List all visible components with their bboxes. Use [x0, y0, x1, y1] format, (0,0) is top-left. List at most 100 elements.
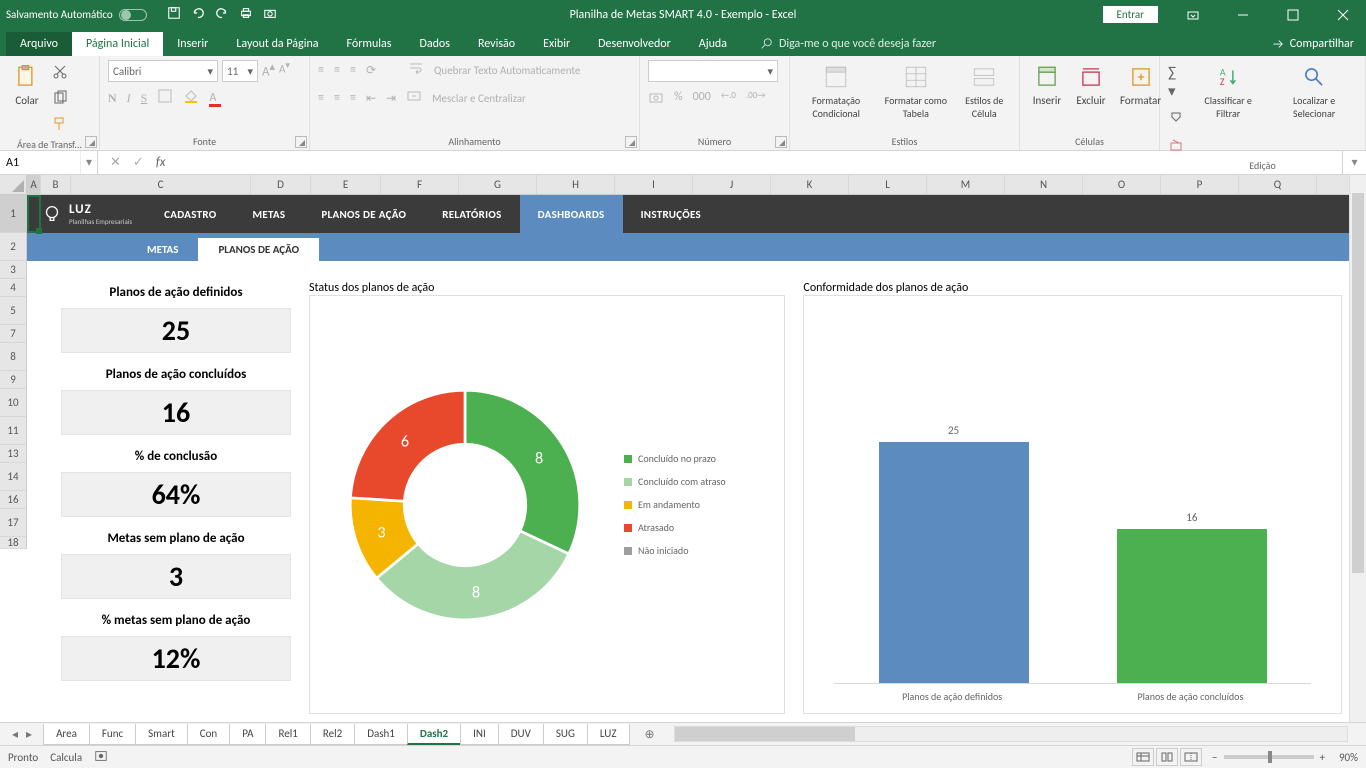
zoom-slider[interactable] [1224, 755, 1314, 759]
name-box[interactable]: ▾ [0, 151, 98, 174]
font-name-combo[interactable]: Calibri▾ [108, 60, 218, 82]
tab-formulas[interactable]: Fórmulas [333, 32, 406, 56]
merge-icon[interactable] [406, 88, 422, 108]
row-header[interactable]: 11 [0, 417, 26, 445]
copy-icon[interactable] [52, 90, 68, 110]
column-header[interactable]: K [771, 175, 849, 194]
conditional-formatting-button[interactable]: Formatação Condicional [798, 60, 874, 122]
undo-icon[interactable] [191, 6, 205, 24]
horizontal-scrollbar[interactable] [674, 726, 1348, 742]
underline-icon[interactable]: S [141, 91, 148, 106]
tab-developer[interactable]: Desenvolvedor [584, 32, 685, 56]
format-painter-icon[interactable] [52, 116, 68, 136]
find-select-button[interactable]: Localizar e Selecionar [1271, 60, 1357, 122]
align-right-icon[interactable]: ≡ [350, 91, 356, 105]
decrease-decimal-icon[interactable]: .00→ [746, 90, 766, 110]
sort-filter-button[interactable]: AZClassificar e Filtrar [1191, 60, 1265, 122]
row-header[interactable]: 16 [0, 491, 26, 509]
sheet-tab[interactable]: PA [229, 724, 266, 745]
row-header[interactable]: 7 [0, 325, 26, 343]
bold-icon[interactable]: N [108, 91, 117, 106]
sheet-tab[interactable]: SUG [543, 724, 588, 745]
close-icon[interactable] [1320, 0, 1366, 29]
row-header[interactable]: 9 [0, 371, 26, 389]
nav-item[interactable]: PLANOS DE AÇÃO [303, 195, 424, 233]
column-header[interactable]: I [615, 175, 693, 194]
sheet-tab[interactable]: LUZ [587, 724, 630, 745]
column-header[interactable]: D [251, 175, 311, 194]
row-header[interactable]: 1 [0, 195, 26, 233]
toggle-switch[interactable] [119, 9, 147, 21]
zoom-out-icon[interactable]: − [1212, 751, 1217, 764]
tab-layout[interactable]: Layout da Página [222, 32, 332, 56]
font-size-combo[interactable]: 11▾ [222, 60, 258, 82]
align-left-icon[interactable]: ≡ [318, 91, 324, 105]
sheet-tab[interactable]: Smart [135, 724, 188, 745]
minimize-icon[interactable] [1220, 0, 1266, 29]
align-center-icon[interactable]: ≡ [334, 91, 340, 105]
column-header[interactable]: B [41, 175, 71, 194]
column-header[interactable]: F [381, 175, 459, 194]
worksheet-canvas[interactable]: LUZPlanilhas Empresariais CADASTROMETASP… [27, 195, 1366, 722]
currency-icon[interactable] [648, 90, 664, 110]
nav-item[interactable]: DASHBOARDS [520, 195, 623, 233]
column-header[interactable]: N [1005, 175, 1083, 194]
cell-styles-button[interactable]: Estilos de Célula [957, 60, 1011, 122]
row-header[interactable]: 8 [0, 343, 26, 371]
print-icon[interactable] [239, 6, 253, 24]
row-header[interactable]: 4 [0, 279, 26, 297]
select-all-button[interactable] [0, 175, 27, 195]
camera-icon[interactable] [263, 6, 277, 24]
wrap-text-label[interactable]: Quebrar Texto Automaticamente [434, 64, 580, 77]
nav-item[interactable]: METAS [234, 195, 303, 233]
column-header[interactable]: Q [1239, 175, 1317, 194]
shrink-font-icon[interactable]: A▾ [279, 60, 290, 82]
column-header[interactable]: A [27, 175, 41, 194]
column-header[interactable]: P [1161, 175, 1239, 194]
column-header[interactable]: H [537, 175, 615, 194]
zoom-in-icon[interactable]: + [1320, 751, 1325, 764]
save-icon[interactable] [167, 6, 181, 24]
row-header[interactable]: 10 [0, 389, 26, 417]
sheet-tab[interactable]: DUV [498, 724, 544, 745]
subtab-metas[interactable]: METAS [127, 238, 198, 261]
cells-delete-button[interactable]: Excluir [1072, 60, 1110, 109]
column-header[interactable]: E [311, 175, 381, 194]
font-color-icon[interactable]: A [209, 91, 216, 105]
nav-item[interactable]: RELATÓRIOS [424, 195, 519, 233]
autosave-toggle[interactable]: Salvamento Automático [6, 8, 147, 21]
normal-view-icon[interactable] [1132, 748, 1154, 766]
border-icon[interactable] [157, 88, 173, 108]
column-headers[interactable]: ABCDEFGHIJKLMNOPQ [27, 175, 1366, 195]
indent-dec-icon[interactable]: ⇤ [366, 91, 376, 106]
tab-data[interactable]: Dados [405, 32, 463, 56]
merge-label[interactable]: Mesclar e Centralizar [432, 92, 526, 105]
paste-button[interactable]: Colar [8, 60, 46, 109]
sheet-tab[interactable]: Con [187, 724, 230, 745]
row-header[interactable]: 17 [0, 509, 26, 537]
autosum-icon[interactable]: ∑ ▾ [1168, 64, 1185, 101]
percent-icon[interactable]: % [674, 90, 683, 110]
font-launcher[interactable] [295, 136, 307, 148]
tab-file[interactable]: Arquivo [6, 32, 72, 56]
row-header[interactable]: 3 [0, 261, 26, 279]
number-format-combo[interactable]: ▾ [648, 60, 778, 82]
row-header[interactable]: 5 [0, 297, 26, 325]
align-bottom-icon[interactable]: ≡ [350, 63, 356, 77]
share-button[interactable]: Compartilhar [1270, 37, 1354, 56]
row-headers[interactable]: 1234578910111314161718 [0, 195, 27, 549]
sheet-tab[interactable]: Func [89, 724, 136, 745]
column-header[interactable]: M [927, 175, 1005, 194]
tab-nav-buttons[interactable]: ◂▸ [0, 727, 44, 742]
redo-icon[interactable] [215, 6, 229, 24]
sheet-tab[interactable]: Dash2 [407, 724, 461, 745]
fill-icon[interactable] [1168, 109, 1185, 129]
grow-font-icon[interactable]: A▴ [262, 60, 275, 82]
cells-insert-button[interactable]: Inserir [1028, 60, 1066, 109]
clipboard-launcher[interactable] [85, 136, 97, 148]
sheet-tab[interactable]: Rel1 [265, 724, 310, 745]
tab-insert[interactable]: Inserir [163, 32, 222, 56]
column-header[interactable]: L [849, 175, 927, 194]
signin-button[interactable]: Entrar [1103, 6, 1158, 23]
align-middle-icon[interactable]: ≡ [334, 63, 340, 77]
